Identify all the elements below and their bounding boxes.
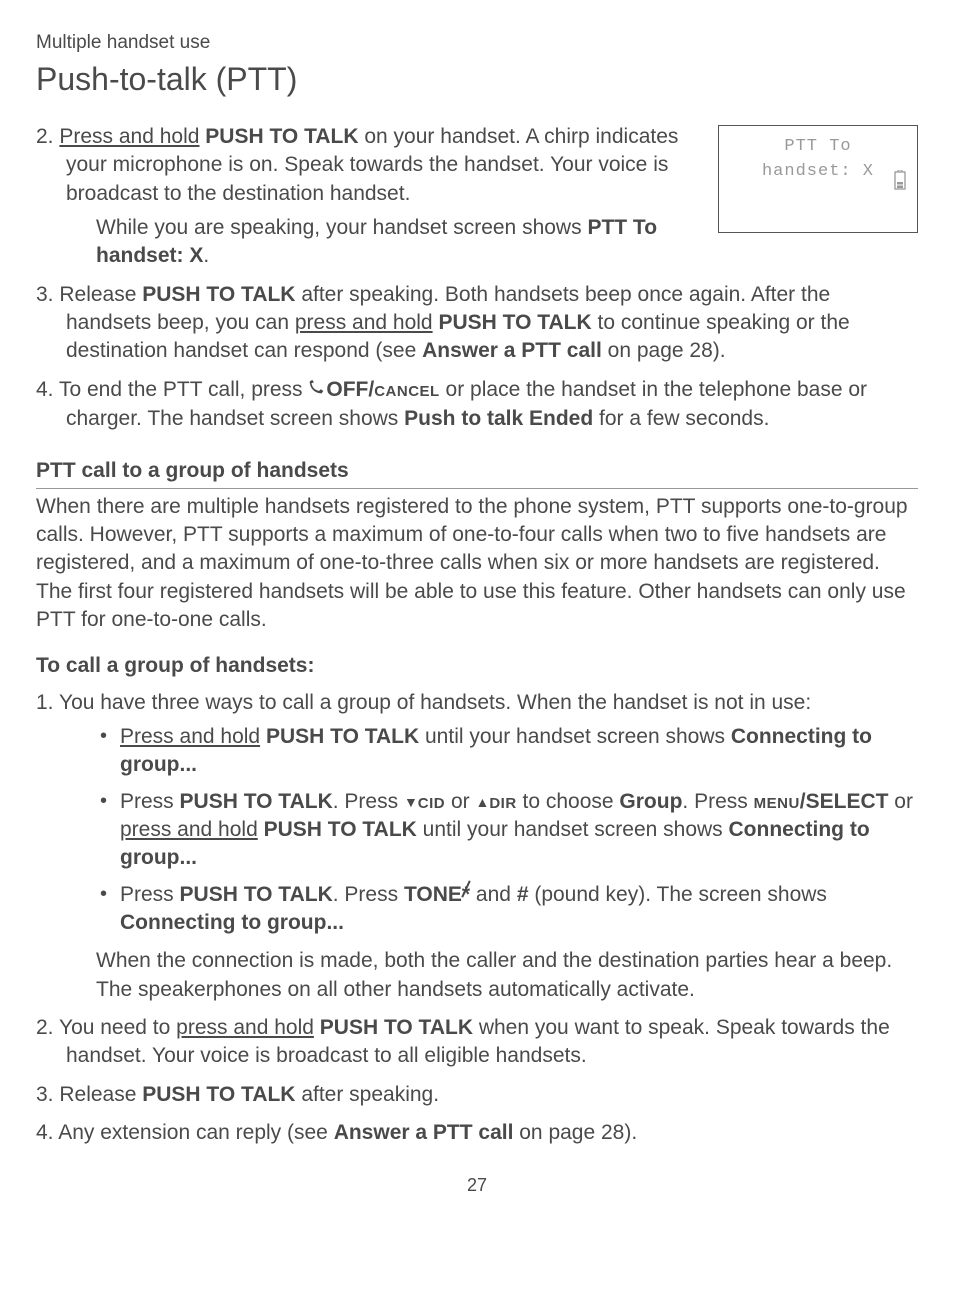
step-number: 4. — [36, 1121, 54, 1144]
text: # — [517, 883, 529, 906]
triangle-down-icon: ▼ — [404, 793, 418, 812]
handset-screen-illustration: PTT To handset: X — [718, 125, 918, 233]
text: or — [445, 790, 475, 813]
text: PUSH TO TALK — [142, 283, 295, 306]
text: . Press — [333, 883, 404, 906]
text: Push to talk Ended — [404, 407, 593, 430]
page-title: Push-to-talk (PTT) — [36, 58, 918, 101]
group-steps-list: 1. You have three ways to call a group o… — [36, 689, 918, 1148]
text: on page 28). — [513, 1121, 637, 1144]
text: Any extension can reply (see — [58, 1121, 333, 1144]
text: PUSH TO TALK — [180, 883, 333, 906]
step-number: 2. — [36, 1016, 54, 1039]
text: . Press — [682, 790, 753, 813]
text: PUSH TO TALK — [264, 818, 417, 841]
group-heading: PTT call to a group of handsets — [36, 457, 918, 488]
step-number: 3. — [36, 283, 54, 306]
bullet-2: Press PUSH TO TALK. Press ▼cid or ▲dir t… — [120, 788, 918, 873]
group-step-3: 3. Release PUSH TO TALK after speaking. — [36, 1081, 918, 1109]
step-3: 3. Release PUSH TO TALK after speaking. … — [36, 281, 918, 366]
step-number: 4. — [36, 378, 54, 401]
text: Release — [59, 283, 142, 306]
battery-icon — [893, 170, 907, 198]
text: Press and hold — [59, 125, 199, 148]
text: To end the PTT call, press — [59, 378, 308, 401]
step-4: 4. To end the PTT call, press OFF/cancel… — [36, 376, 918, 434]
text: You have three ways to call a group of h… — [59, 691, 811, 714]
group-step-2: 2. You need to press and hold PUSH TO TA… — [36, 1014, 918, 1071]
text: PUSH TO TALK — [205, 125, 358, 148]
text: PUSH TO TALK — [266, 725, 419, 748]
step-number: 3. — [36, 1083, 54, 1106]
screen-line-1: PTT To — [727, 136, 909, 159]
text: until your handset screen shows — [419, 725, 731, 748]
text: until your handset screen shows — [417, 818, 729, 841]
text: While you are speaking, your handset scr… — [96, 216, 587, 239]
text: OFF/ — [326, 378, 374, 401]
text: PUSH TO TALK — [438, 311, 591, 334]
text: for a few seconds. — [593, 407, 769, 430]
text: You need to — [59, 1016, 176, 1039]
page-number: 27 — [36, 1173, 918, 1197]
text: PUSH TO TALK — [320, 1016, 473, 1039]
bullet-3: Press PUSH TO TALK. Press TONE* and # (p… — [120, 881, 918, 938]
text: press and hold — [295, 311, 433, 334]
text: /SELECT — [800, 790, 889, 813]
text: dir — [489, 790, 516, 813]
text: press and hold — [176, 1016, 314, 1039]
text: . Press — [333, 790, 404, 813]
phone-off-icon — [308, 377, 326, 405]
text: menu — [754, 790, 800, 813]
text: after speaking. — [295, 1083, 439, 1106]
step-number: 1. — [36, 691, 54, 714]
text: cancel — [374, 378, 440, 401]
text: Press — [120, 790, 180, 813]
text: and — [470, 883, 517, 906]
text: Connecting to group... — [120, 911, 344, 934]
triangle-up-icon: ▲ — [475, 793, 489, 812]
text: . — [203, 244, 209, 267]
after-bullets-text: When the connection is made, both the ca… — [66, 947, 918, 1004]
text: cid — [418, 790, 445, 813]
text: PUSH TO TALK — [142, 1083, 295, 1106]
text: Release — [59, 1083, 142, 1106]
text: Press and hold — [120, 725, 260, 748]
bullet-1: Press and hold PUSH TO TALK until your h… — [120, 723, 918, 780]
text: TONE — [404, 883, 462, 906]
text: Group — [619, 790, 682, 813]
bullet-list: Press and hold PUSH TO TALK until your h… — [66, 723, 918, 937]
text: on page 28). — [602, 339, 726, 362]
text: Press — [120, 883, 180, 906]
text: or — [888, 790, 913, 813]
text: (pound key). The screen shows — [529, 883, 827, 906]
text: Answer a PTT call — [422, 339, 602, 362]
section-label: Multiple handset use — [36, 30, 918, 56]
group-intro: When there are multiple handsets registe… — [36, 493, 918, 635]
text: to choose — [517, 790, 620, 813]
to-call-heading: To call a group of handsets: — [36, 652, 918, 680]
step-number: 2. — [36, 125, 54, 148]
star-strike-icon: * — [462, 881, 470, 909]
text: press and hold — [120, 818, 258, 841]
group-step-4: 4. Any extension can reply (see Answer a… — [36, 1119, 918, 1147]
text: Answer a PTT call — [334, 1121, 514, 1144]
screen-line-2: handset: X — [727, 161, 909, 184]
group-step-1: 1. You have three ways to call a group o… — [36, 689, 918, 1004]
text: PUSH TO TALK — [180, 790, 333, 813]
